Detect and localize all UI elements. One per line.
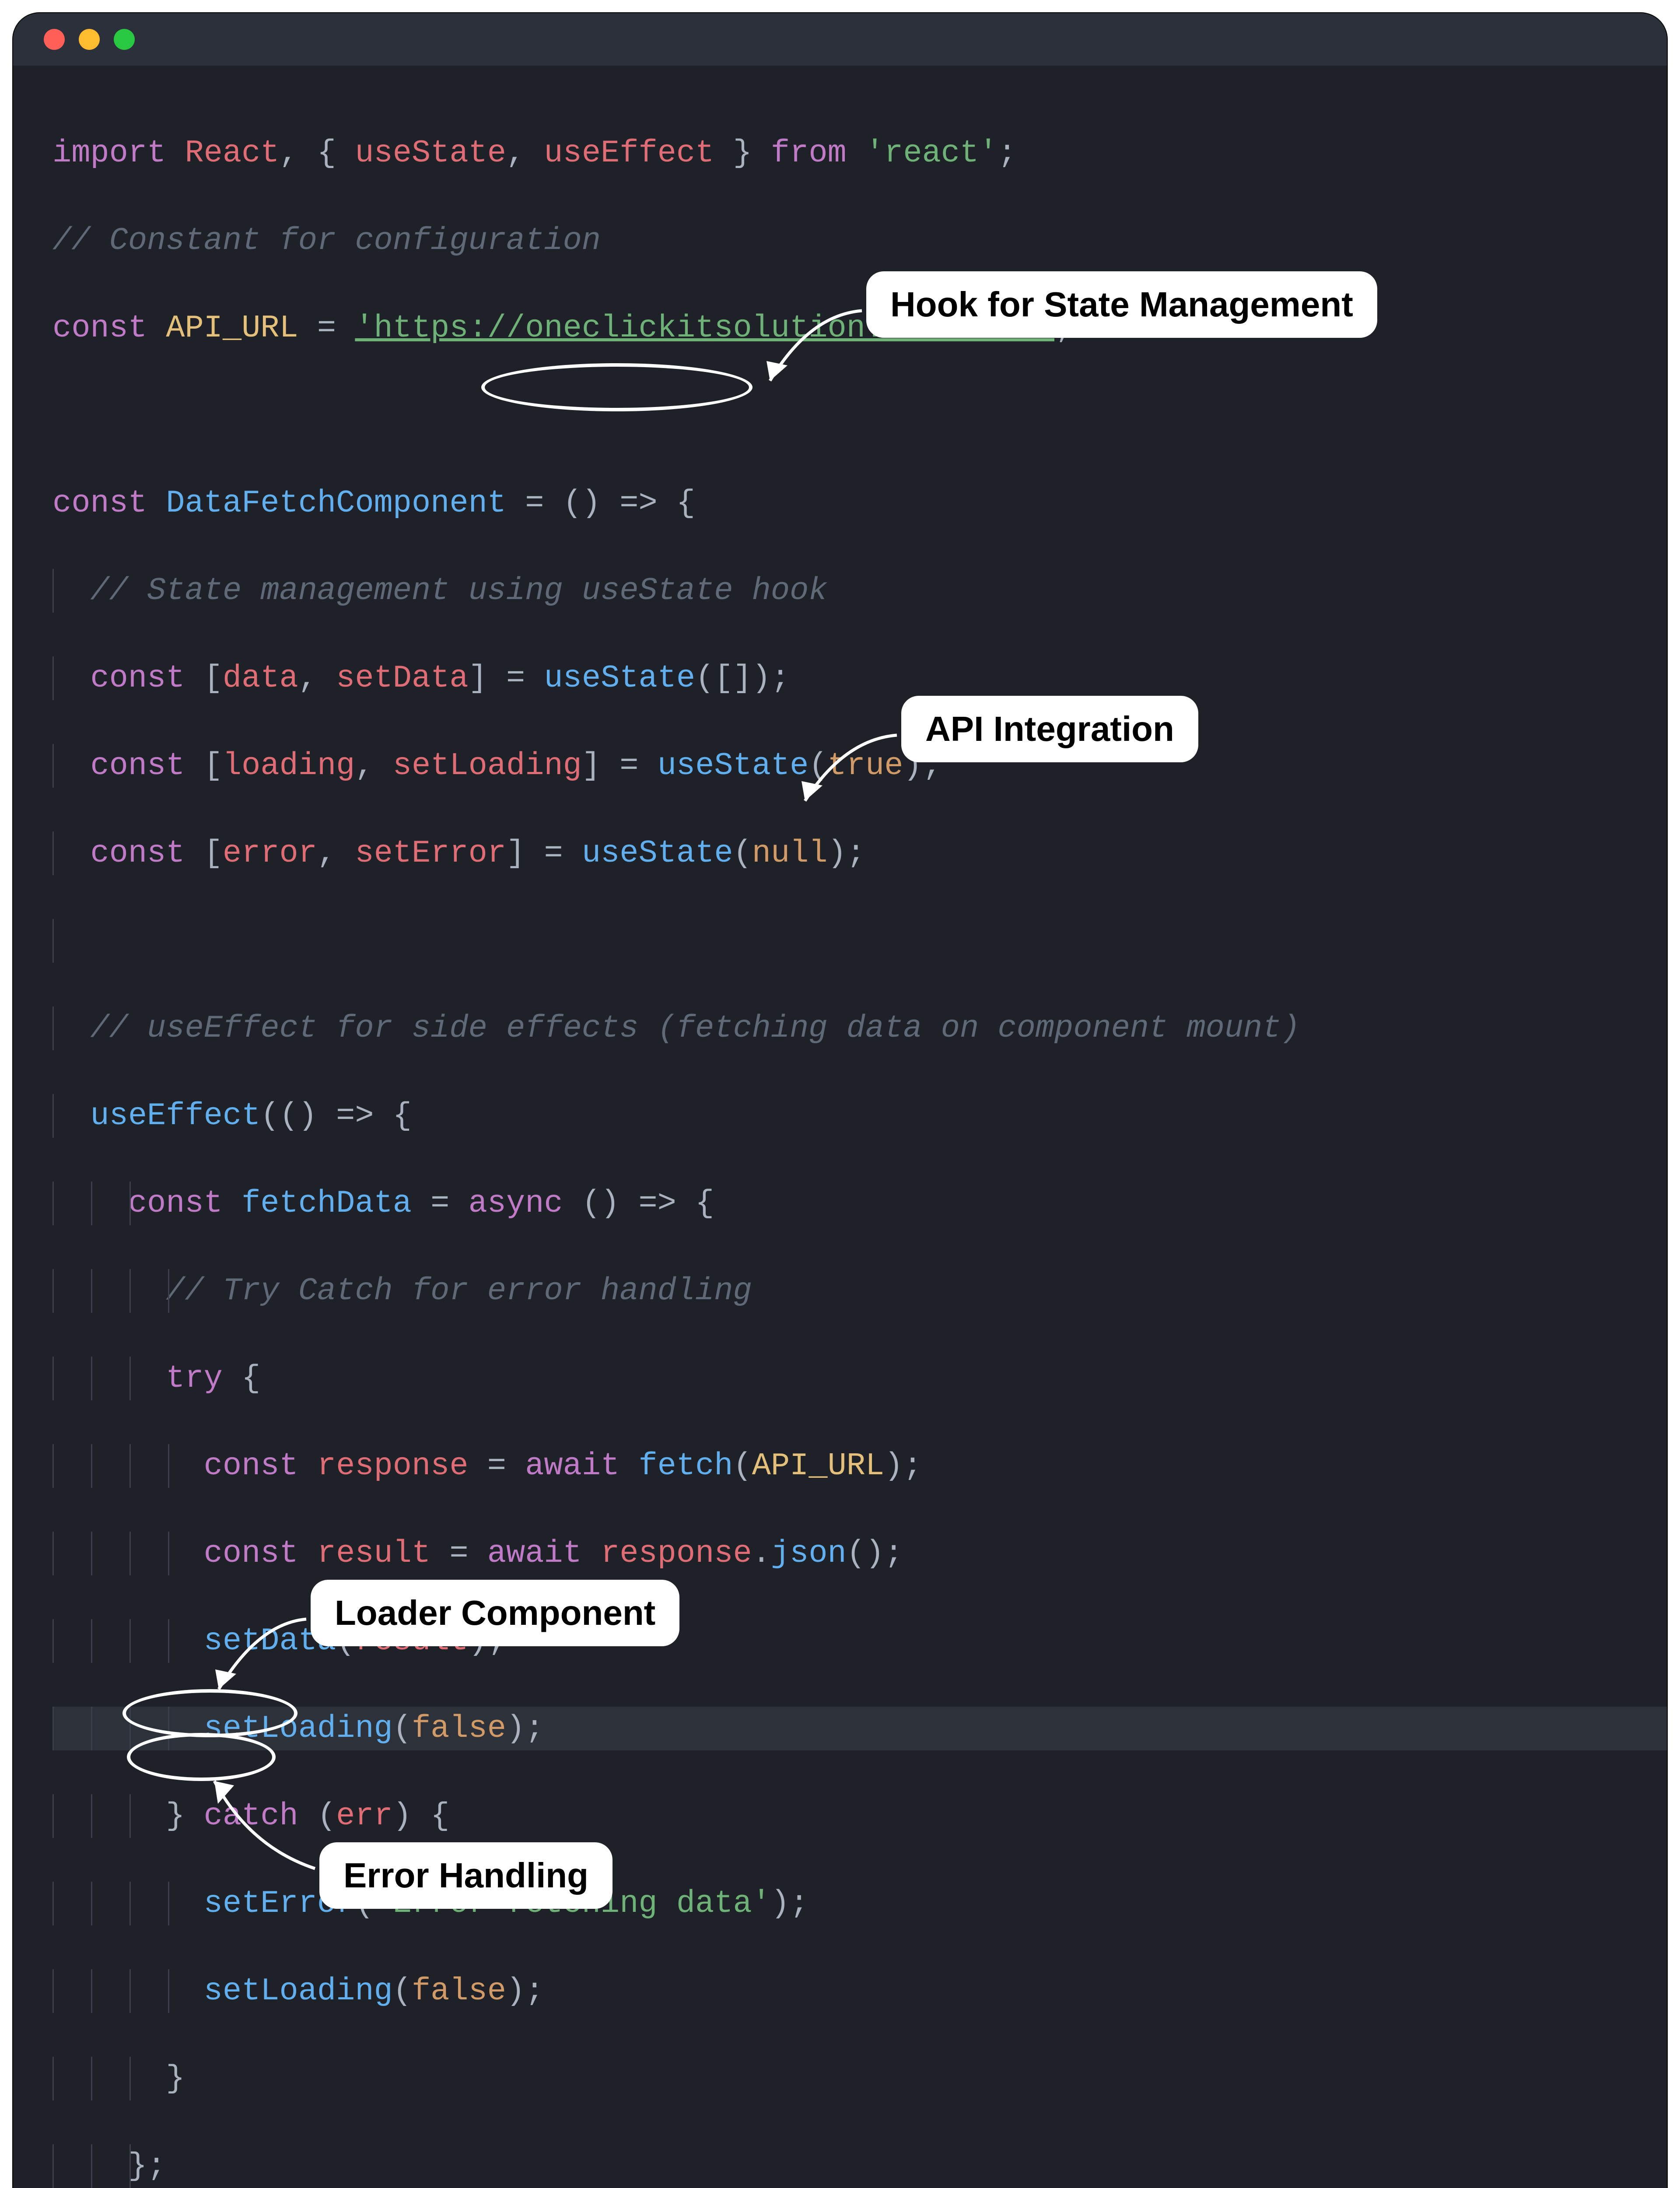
editor-window: import React, { useState, useEffect } fr…	[13, 13, 1667, 2188]
code-line: setError('Error fetching data');	[52, 1882, 1667, 1925]
code-line	[52, 919, 1667, 963]
code-line	[52, 394, 1667, 438]
callout-loader: Loader Component	[311, 1580, 679, 1646]
traffic-light-zoom[interactable]	[114, 29, 135, 50]
code-line: try {	[52, 1357, 1667, 1400]
code-line: useEffect(() => {	[52, 1094, 1667, 1138]
annotation-arrow	[757, 289, 871, 398]
callout-state-hook: Hook for State Management	[866, 271, 1377, 338]
code-line: // Try Catch for error handling	[52, 1269, 1667, 1313]
annotation-circle-usestate	[481, 363, 752, 411]
code-line: const result = await response.json();	[52, 1532, 1667, 1575]
code-line: // useEffect for side effects (fetching …	[52, 1006, 1667, 1050]
code-line: const DataFetchComponent = () => {	[52, 481, 1667, 525]
code-line: import React, { useState, useEffect } fr…	[52, 131, 1667, 175]
annotation-arrow	[792, 713, 906, 814]
code-line: const [data, setData] = useState([]);	[52, 656, 1667, 700]
code-line: };	[52, 2144, 1667, 2188]
callout-error: Error Handling	[319, 1842, 612, 1909]
code-line: const fetchData = async () => {	[52, 1182, 1667, 1225]
code-line: // Constant for configuration	[52, 219, 1667, 263]
code-line: // State management using useState hook	[52, 569, 1667, 613]
annotation-arrow	[197, 1772, 324, 1882]
callout-api: API Integration	[901, 696, 1198, 762]
traffic-light-minimize[interactable]	[79, 29, 100, 50]
code-line: const [error, setError] = useState(null)…	[52, 831, 1667, 875]
code-line: const response = await fetch(API_URL);	[52, 1444, 1667, 1488]
traffic-light-close[interactable]	[44, 29, 65, 50]
annotation-arrow	[201, 1597, 315, 1707]
code-line: setLoading(false);	[52, 1969, 1667, 2013]
titlebar	[13, 13, 1667, 66]
code-line: }	[52, 2057, 1667, 2100]
